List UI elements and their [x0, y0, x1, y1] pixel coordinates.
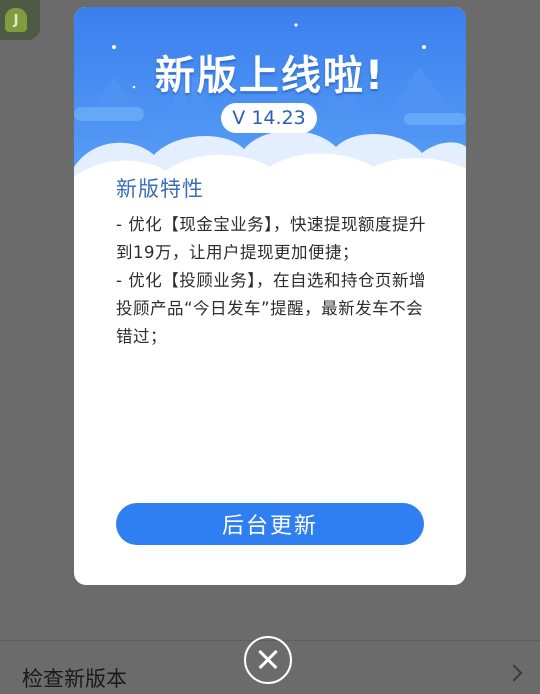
screen: J 检查新版本 新版上线啦! V 14.23 新版特性 - 优化【现金宝业务】，… — [0, 0, 540, 694]
release-note-item: - 优化【现金宝业务】，快速提现额度提升到19万，让用户提现更加便捷； — [116, 215, 426, 262]
check-version-label: 检查新版本 — [22, 667, 127, 691]
dialog-headline: 新版上线啦! — [154, 53, 386, 99]
banner-illustration — [74, 7, 466, 197]
dialog-banner — [74, 7, 466, 197]
background-update-button[interactable]: 后台更新 — [116, 503, 424, 545]
android-icon: J — [5, 8, 27, 32]
version-badge: V 14.23 — [221, 103, 317, 133]
close-dialog-button[interactable] — [244, 636, 292, 684]
update-dialog: 新版上线啦! V 14.23 新版特性 - 优化【现金宝业务】，快速提现额度提升… — [74, 7, 466, 585]
release-note-item: - 优化【投顾业务】，在自选和持仓页新增投顾产品“今日发车”提醒，最新发车不会错… — [116, 271, 426, 346]
release-notes: 新版特性 - 优化【现金宝业务】，快速提现额度提升到19万，让用户提现更加便捷；… — [116, 173, 428, 351]
android-app-icon: J — [0, 0, 40, 40]
chevron-right-icon — [505, 664, 523, 682]
release-notes-title: 新版特性 — [116, 177, 204, 201]
